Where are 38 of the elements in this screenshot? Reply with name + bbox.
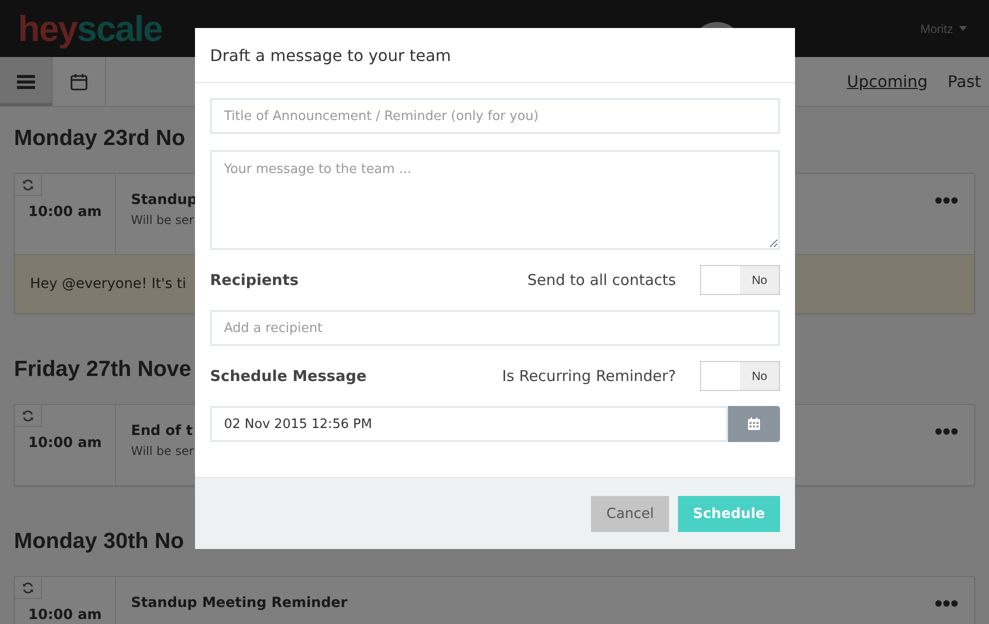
date-field[interactable]: 02 Nov 2015 12:56 PM [210, 406, 728, 442]
sync-icon [22, 582, 34, 594]
reminder-title: End of t [131, 423, 193, 439]
more-icon[interactable] [935, 197, 958, 204]
list-view-button[interactable] [0, 57, 53, 106]
calendar-icon [70, 72, 88, 90]
date-heading: Friday 27th Nove [14, 356, 192, 382]
user-menu[interactable]: Moritz [914, 20, 973, 36]
toggle-switch[interactable]: No [700, 265, 780, 295]
recipient-field[interactable]: Add a recipient [210, 310, 780, 346]
toggle-label: Is Recurring Reminder? [502, 367, 676, 385]
title-field[interactable]: Title of Announcement / Reminder (only for you) [210, 98, 780, 134]
reminder-subtitle: Will be ser [131, 444, 194, 458]
recipients-label: Recipients [210, 271, 299, 289]
reminder-title: Standup [131, 192, 198, 208]
toggle-switch[interactable]: No [700, 361, 780, 391]
reminder-time: 10:00 am [28, 205, 102, 219]
filter-link[interactable]: Past [948, 72, 981, 91]
reminder-subtitle: Will be ser [131, 213, 194, 227]
calendar-icon [747, 417, 761, 431]
filter-link[interactable]: Upcoming [846, 72, 928, 91]
reminder-time: 10:00 am [28, 608, 102, 622]
sync-icon [22, 410, 34, 422]
more-icon[interactable] [935, 600, 958, 607]
date-heading: Monday 30th No [14, 528, 184, 554]
reminder-title: Standup Meeting Reminder [131, 595, 348, 611]
reminder-time: 10:00 am [28, 436, 102, 450]
date-heading: Monday 23rd No [14, 125, 186, 151]
caret-icon [959, 26, 967, 31]
cancel-button[interactable]: Cancel [591, 496, 669, 532]
menu-icon [17, 74, 35, 88]
more-icon[interactable] [935, 428, 958, 435]
sync-icon [22, 178, 34, 190]
toggle-label: Send to all contacts [527, 271, 676, 289]
dialog-title: Draft a message to your team [195, 28, 795, 83]
calendar-button[interactable] [728, 406, 780, 442]
schedule-label: Schedule Message [210, 367, 366, 385]
message-field[interactable]: Your message to the team ... [210, 150, 780, 250]
